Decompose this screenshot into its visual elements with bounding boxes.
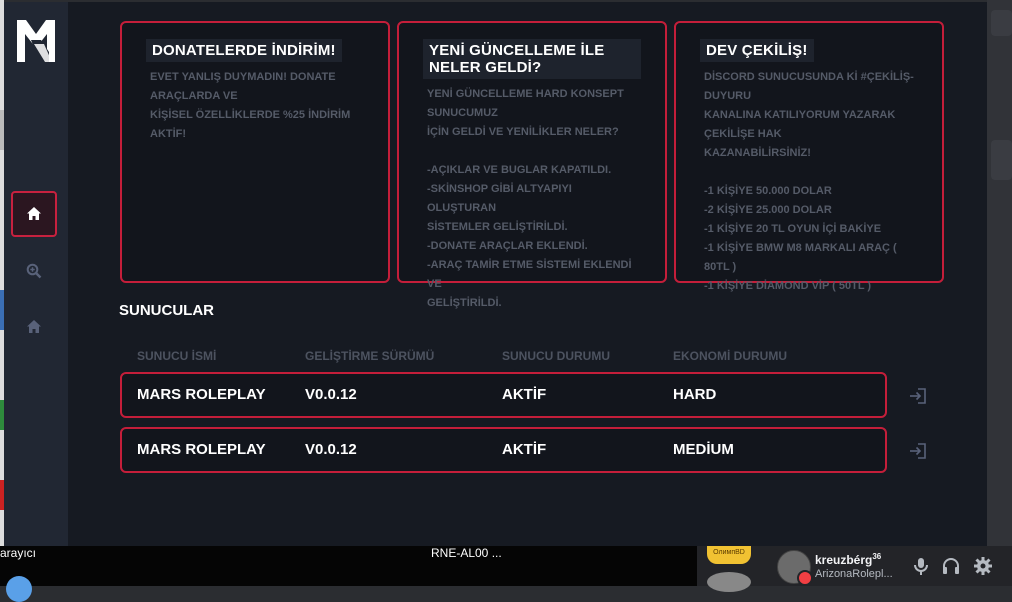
news-card-discount: DONATELERDE İNDİRİM! EVET YANLIŞ DUYMADI… xyxy=(120,21,390,283)
card-title: DEV ÇEKİLİŞ! xyxy=(700,39,814,62)
server-name: MARS ROLEPLAY xyxy=(137,441,266,458)
start-orb-icon[interactable] xyxy=(6,576,32,602)
headphones-icon[interactable] xyxy=(941,556,961,576)
sidebar-item-home-secondary[interactable] xyxy=(11,304,57,350)
card-title: DONATELERDE İNDİRİM! xyxy=(146,39,342,62)
servers-section-title: SUNUCULAR xyxy=(119,302,214,319)
column-header-status: SUNUCU DURUMU xyxy=(502,349,610,363)
server-row[interactable]: MARS ROLEPLAY V0.0.12 AKTİF MEDİUM xyxy=(120,427,887,473)
discord-username[interactable]: kreuzbérg36 xyxy=(815,552,881,567)
server-status: AKTİF xyxy=(502,441,547,458)
server-status: AKTİF xyxy=(502,386,547,403)
home-outline-icon xyxy=(27,320,41,333)
guild-icon-secondary[interactable] xyxy=(707,572,751,592)
settings-gear-icon[interactable] xyxy=(973,556,993,576)
server-row[interactable]: MARS ROLEPLAY V0.0.12 AKTİF HARD xyxy=(120,372,887,418)
column-header-version: GELİŞTİRME SÜRÜMÜ xyxy=(305,349,435,363)
server-economy: HARD xyxy=(673,386,717,403)
background-window-edge xyxy=(987,0,1012,546)
join-server-button[interactable] xyxy=(907,385,929,407)
column-header-economy: EKONOMİ DURUMU xyxy=(673,349,787,363)
mars-roleplay-logo xyxy=(17,20,55,62)
discord-user-panel: ОлимпBD kreuzbérg36 ArizonaRolepl... xyxy=(697,544,1012,592)
sidebar xyxy=(4,2,68,546)
column-header-name: SUNUCU İSMİ xyxy=(137,349,217,363)
sidebar-item-home[interactable] xyxy=(11,191,57,237)
card-title: YENİ GÜNCELLEME İLE NELER GELDİ? xyxy=(423,39,641,79)
join-icon xyxy=(910,388,926,404)
microphone-icon[interactable] xyxy=(911,556,931,576)
server-name: MARS ROLEPLAY xyxy=(137,386,266,403)
card-body: YENİ GÜNCELLEME HARD KONSEPT SUNUCUMUZ İ… xyxy=(427,88,632,309)
search-zoom-icon xyxy=(26,263,42,279)
home-icon xyxy=(27,207,41,220)
news-card-giveaway: DEV ÇEKİLİŞ! DİSCORD SUNUCUSUNDA Kİ #ÇEK… xyxy=(674,21,944,292)
join-icon xyxy=(910,443,926,459)
windows-taskbar: arayıcı RNE-AL00 ... xyxy=(0,546,697,602)
discord-status-text: ArizonaRolepl... xyxy=(815,568,893,580)
server-economy: MEDİUM xyxy=(673,441,734,458)
sidebar-item-search[interactable] xyxy=(11,248,57,294)
news-card-update: YENİ GÜNCELLEME İLE NELER GELDİ? YENİ GÜ… xyxy=(397,21,667,309)
server-version: V0.0.12 xyxy=(305,441,357,458)
guild-icon[interactable]: ОлимпBD xyxy=(707,544,751,564)
join-server-button[interactable] xyxy=(907,440,929,462)
status-dnd-icon xyxy=(797,570,813,586)
card-body: EVET YANLIŞ DUYMADIN! DONATE ARAÇLARDA V… xyxy=(150,71,351,140)
card-body: DİSCORD SUNUCUSUNDA Kİ #ÇEKİLİŞ-DUYURU K… xyxy=(704,71,914,292)
taskbar-label[interactable]: arayıcı xyxy=(0,546,36,560)
launcher-window: DONATELERDE İNDİRİM! EVET YANLIŞ DUYMADI… xyxy=(4,2,987,546)
taskbar-device-label[interactable]: RNE-AL00 ... xyxy=(431,546,502,560)
server-version: V0.0.12 xyxy=(305,386,357,403)
